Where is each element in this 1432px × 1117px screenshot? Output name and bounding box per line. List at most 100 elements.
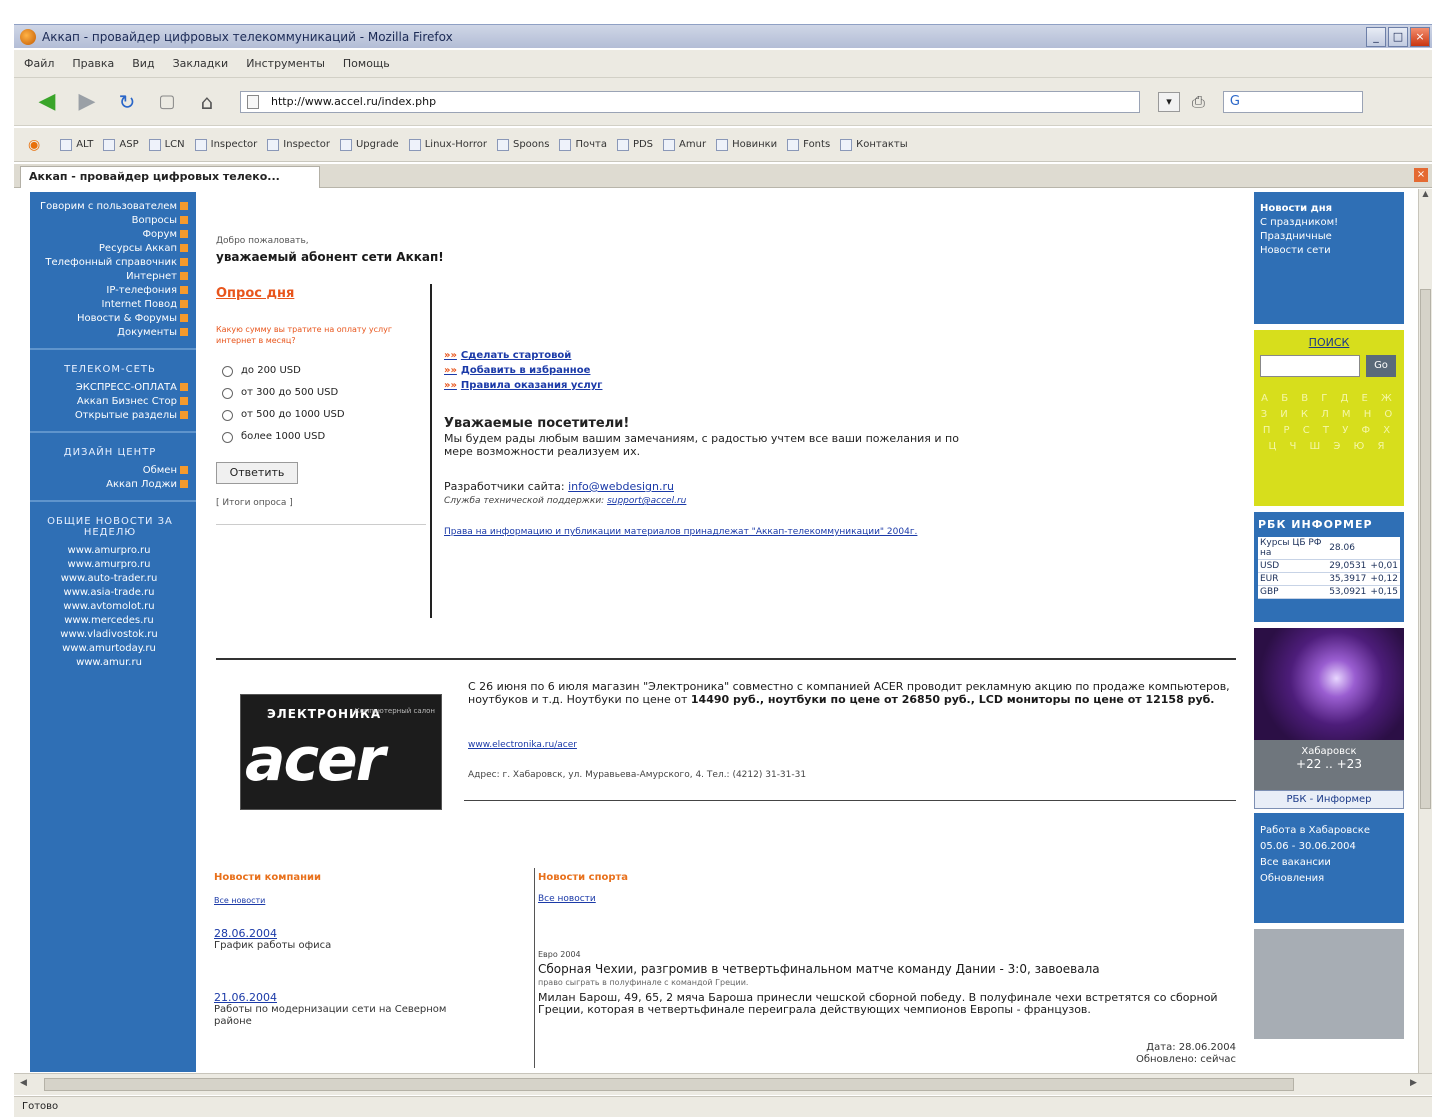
vertical-scrollbar[interactable]: ▲ — [1418, 189, 1432, 1073]
poll-results-link[interactable]: [ Итоги опроса ] — [216, 498, 293, 508]
menu-bookmarks[interactable]: Закладки — [173, 57, 229, 70]
scroll-thumb[interactable] — [44, 1078, 1294, 1091]
site-search-button[interactable]: Go — [1366, 355, 1396, 377]
copyright-link[interactable]: Права на информацию и публикации материа… — [444, 526, 944, 538]
bookmark-item[interactable]: Inspector — [267, 138, 330, 151]
sidebar-item[interactable]: Говорим с пользователем — [30, 200, 190, 214]
bookmark-item[interactable]: ALT — [60, 138, 93, 151]
minimize-button[interactable]: _ — [1366, 26, 1386, 47]
horizontal-scrollbar[interactable]: ◀ ▶ — [14, 1073, 1432, 1095]
sidebar-item[interactable]: Телефонный справочник — [30, 256, 190, 270]
forward-arrow-icon[interactable]: ▶ — [70, 87, 104, 117]
bookmark-item[interactable]: PDS — [616, 138, 653, 151]
menu-edit[interactable]: Правка — [72, 57, 114, 70]
print-icon[interactable]: ⎙ — [1192, 92, 1205, 112]
all-news-link[interactable]: Все новости — [538, 894, 596, 904]
home-icon[interactable]: ⌂ — [190, 87, 224, 117]
address-bar[interactable]: http://www.accel.ru/index.php — [240, 90, 1140, 113]
radio-button[interactable] — [222, 387, 233, 399]
sidebar-item[interactable]: Ресурсы Аккап — [30, 242, 190, 256]
search-box[interactable]: G — [1222, 90, 1363, 113]
acer-ad-banner[interactable]: ЭЛЕКТРОНИКА Компьютерный салон acer — [240, 694, 442, 810]
informer-link[interactable]: РБК - Информер — [1254, 790, 1404, 809]
sidebar-item[interactable]: Новости & Форумы — [30, 312, 190, 326]
bookmark-item[interactable]: Почта — [559, 138, 607, 151]
bookmark-item[interactable]: Контакты — [840, 138, 908, 151]
company-news-title[interactable]: Новости компании — [214, 872, 321, 883]
bookmark-item[interactable]: Новинки — [716, 138, 777, 151]
radio-button[interactable] — [222, 431, 233, 443]
block-link[interactable]: Обновления — [1260, 871, 1398, 887]
sidebar-item[interactable]: Вопросы — [30, 214, 190, 228]
poll-option[interactable]: от 500 до 1000 USD — [222, 404, 345, 426]
sidebar-link[interactable]: www.amur.ru — [30, 656, 190, 670]
radio-button[interactable] — [222, 409, 233, 421]
site-search-input[interactable] — [1260, 355, 1360, 377]
sidebar-link[interactable]: www.vladivostok.ru — [30, 628, 190, 642]
scroll-thumb[interactable] — [1420, 289, 1431, 809]
sidebar-link[interactable]: www.amurpro.ru — [30, 544, 190, 558]
block-link[interactable]: 05.06 - 30.06.2004 — [1260, 839, 1398, 855]
sidebar-item[interactable]: Интернет — [30, 270, 190, 284]
poll-title[interactable]: Опрос дня — [216, 286, 294, 301]
sidebar-item[interactable]: Открытые разделы — [30, 409, 190, 423]
sidebar-item[interactable]: Internet Повод — [30, 298, 190, 312]
scroll-up-icon[interactable]: ▲ — [1419, 189, 1432, 203]
sidebar-item[interactable]: Аккап Бизнес Стор — [30, 395, 190, 409]
quick-link[interactable]: »» Сделать стартовой — [444, 348, 602, 363]
menu-file[interactable]: Файл — [24, 57, 54, 70]
bookmark-item[interactable]: Upgrade — [339, 138, 399, 151]
sidebar-item[interactable]: Аккап Лоджи — [30, 478, 190, 492]
sidebar-item[interactable]: Обмен — [30, 464, 190, 478]
alphabet-index[interactable]: А Б В Г Д Е Ж З И К Л М Н О П Р С Т У Ф … — [1260, 391, 1398, 455]
block-link[interactable]: Праздничные — [1260, 230, 1398, 244]
block-link[interactable]: Все вакансии — [1260, 855, 1398, 871]
reload-icon[interactable]: ↻ — [110, 87, 144, 117]
block-link[interactable]: Новости сети — [1260, 244, 1398, 258]
poll-option[interactable]: более 1000 USD — [222, 426, 345, 448]
developers-email-link[interactable]: info@webdesign.ru — [568, 480, 674, 493]
sidebar-item[interactable]: Форум — [30, 228, 190, 242]
weather-image[interactable] — [1254, 628, 1404, 740]
scroll-left-icon[interactable]: ◀ — [20, 1078, 27, 1088]
sidebar-link[interactable]: www.auto-trader.ru — [30, 572, 190, 586]
sidebar-link[interactable]: www.amurtoday.ru — [30, 642, 190, 656]
bookmark-item[interactable]: Spoons — [496, 138, 549, 151]
menu-tools[interactable]: Инструменты — [246, 57, 325, 70]
sidebar-item[interactable]: IP-телефония — [30, 284, 190, 298]
sidebar-link[interactable]: www.avtomolot.ru — [30, 600, 190, 614]
bookmark-item[interactable]: Linux-Horror — [408, 138, 487, 151]
bookmark-item[interactable]: LCN — [148, 138, 185, 151]
radio-button[interactable] — [222, 365, 233, 377]
poll-option[interactable]: от 300 до 500 USD — [222, 382, 345, 404]
sidebar-item[interactable]: Документы — [30, 326, 190, 340]
poll-option[interactable]: до 200 USD — [222, 360, 345, 382]
vote-button[interactable]: Ответить — [216, 462, 298, 484]
back-arrow-icon[interactable]: ◀ — [30, 87, 64, 117]
ad-link[interactable]: www.electronika.ru/acer — [468, 740, 577, 750]
bookmark-item[interactable]: Inspector — [194, 138, 257, 151]
stop-icon[interactable]: ▢ — [150, 87, 184, 117]
address-dropdown-button[interactable]: ▾ — [1158, 91, 1180, 112]
bookmark-item[interactable]: ASP — [103, 138, 139, 151]
sidebar-link[interactable]: www.mercedes.ru — [30, 614, 190, 628]
scroll-right-icon[interactable]: ▶ — [1410, 1078, 1417, 1088]
close-button[interactable]: × — [1410, 26, 1430, 47]
block-link[interactable]: С праздником! — [1260, 216, 1398, 230]
menu-view[interactable]: Вид — [132, 57, 154, 70]
support-email-link[interactable]: support@accel.ru — [607, 496, 686, 506]
news-headline[interactable]: Сборная Чехии, разгромив в четвертьфинал… — [538, 962, 1238, 976]
quick-link[interactable]: »» Добавить в избранное — [444, 363, 602, 378]
close-tab-icon[interactable]: × — [1414, 168, 1428, 182]
rss-icon[interactable]: ◉ — [28, 137, 40, 153]
news-date-link[interactable]: 21.06.2004 — [214, 992, 464, 1004]
sidebar-item[interactable]: ЭКСПРЕСС-ОПЛАТА — [30, 381, 190, 395]
maximize-button[interactable]: □ — [1388, 26, 1408, 47]
bookmark-item[interactable]: Fonts — [787, 138, 830, 151]
browser-tab[interactable]: Аккап - провайдер цифровых телеко... — [20, 166, 320, 188]
news-date-link[interactable]: 28.06.2004 — [214, 928, 464, 940]
bookmark-item[interactable]: Amur — [663, 138, 706, 151]
quick-link[interactable]: »» Правила оказания услуг — [444, 378, 602, 393]
all-news-link[interactable]: Все новости — [214, 896, 265, 905]
sidebar-link[interactable]: www.asia-trade.ru — [30, 586, 190, 600]
